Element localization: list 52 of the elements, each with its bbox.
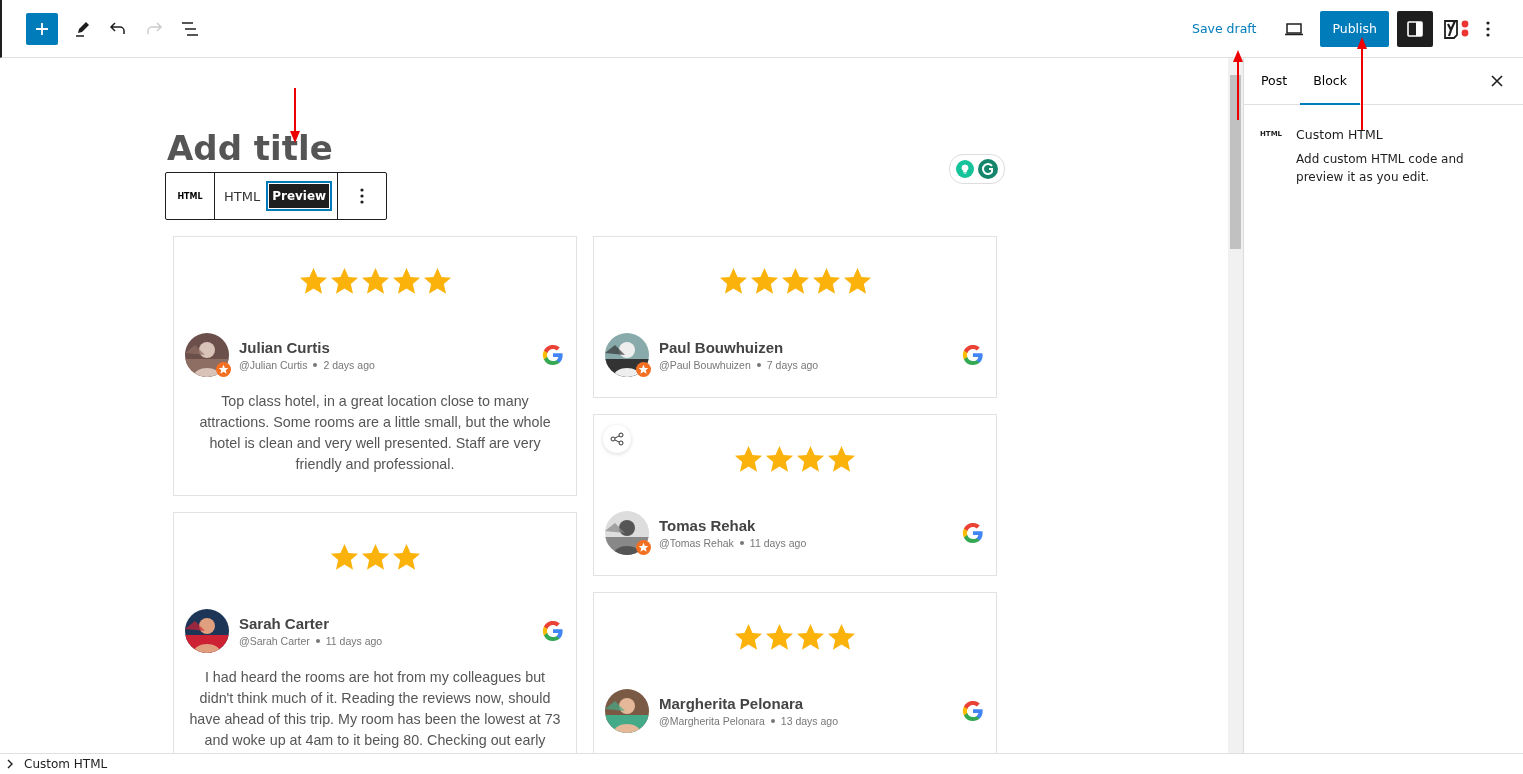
mode-tab[interactable]: Preview (269, 184, 330, 208)
review-time: 11 days ago (325, 635, 383, 647)
scrollbar[interactable] (1228, 58, 1244, 753)
breadcrumb-item[interactable]: Custom HTML (6, 757, 108, 771)
block-type-button[interactable]: HTML (172, 191, 208, 201)
scrollbar-thumb[interactable] (1230, 75, 1241, 249)
review-time: 13 days ago (780, 715, 838, 727)
separator-dot (315, 639, 320, 643)
sidebar-icon[interactable] (1405, 18, 1425, 39)
share-button[interactable] (603, 425, 631, 453)
google-icon (542, 344, 564, 366)
save-draft-button[interactable]: Save draft (1191, 21, 1257, 36)
settings-button[interactable] (1397, 10, 1433, 47)
reviewer-handle: @Sarah Carter (239, 635, 310, 647)
google-icon (962, 344, 984, 366)
google-icon (962, 522, 984, 544)
separator-dot (756, 363, 761, 367)
reviewer-name: Tomas Rehak (659, 517, 757, 534)
review-text: I had heard the rooms are hot from my colleagues but didn't think much of it. Reading the reviews now, should have ahead of this trip. My room has been the lowest at 73 and woke up at 4am to it being 80. Checking out early (189, 668, 561, 750)
google-icon (542, 620, 564, 642)
more-options-icon[interactable] (359, 186, 366, 206)
block-description: Add custom HTML code and preview it as you edit. (1296, 151, 1465, 186)
publish-button[interactable]: Publish (1320, 10, 1389, 47)
reviewer-name: Paul Bouwhuizen (659, 339, 785, 356)
share-icon[interactable] (610, 432, 624, 446)
grammar-logo-icon[interactable] (978, 159, 998, 179)
reviewer-name: Julian Curtis (239, 339, 331, 356)
review-time: 11 days ago (749, 537, 807, 549)
separator-dot (739, 541, 744, 545)
sidebar-tab[interactable]: Block (1300, 58, 1360, 105)
grammar-widget[interactable] (949, 154, 1005, 184)
separator-dot (770, 719, 775, 723)
reviewer-handle: @Julian Curtis (239, 359, 308, 371)
plus-icon[interactable] (34, 20, 50, 37)
annotation-arrow (1232, 50, 1244, 120)
add-block-button[interactable] (26, 12, 58, 45)
separator-dot (313, 363, 318, 367)
review-text: Top class hotel, in a great location close to many attractions. Some rooms are a little small, but the whole hotel is clean and very well presented. Staff are very friendly and professional. (198, 392, 552, 474)
reviewer-name: Margherita Pelonara (659, 695, 805, 712)
chevron-icon[interactable] (6, 759, 14, 769)
mode-tab[interactable]: HTML (221, 183, 264, 209)
reviewer-name: Sarah Carter (239, 615, 331, 632)
reviewer-handle: @Margherita Pelonara (659, 715, 765, 727)
review-time: 7 days ago (766, 359, 819, 371)
reviewer-handle: @Paul Bouwhuizen (659, 359, 751, 371)
google-icon (962, 700, 984, 722)
reviewer-handle: @Tomas Rehak (659, 537, 734, 549)
post-title-field[interactable]: Add title (167, 128, 333, 168)
sidebar-tab[interactable]: Post (1248, 58, 1301, 105)
review-time: 2 days ago (323, 359, 375, 371)
block-title: Custom HTML (1296, 127, 1384, 142)
close-icon[interactable] (1490, 74, 1504, 88)
